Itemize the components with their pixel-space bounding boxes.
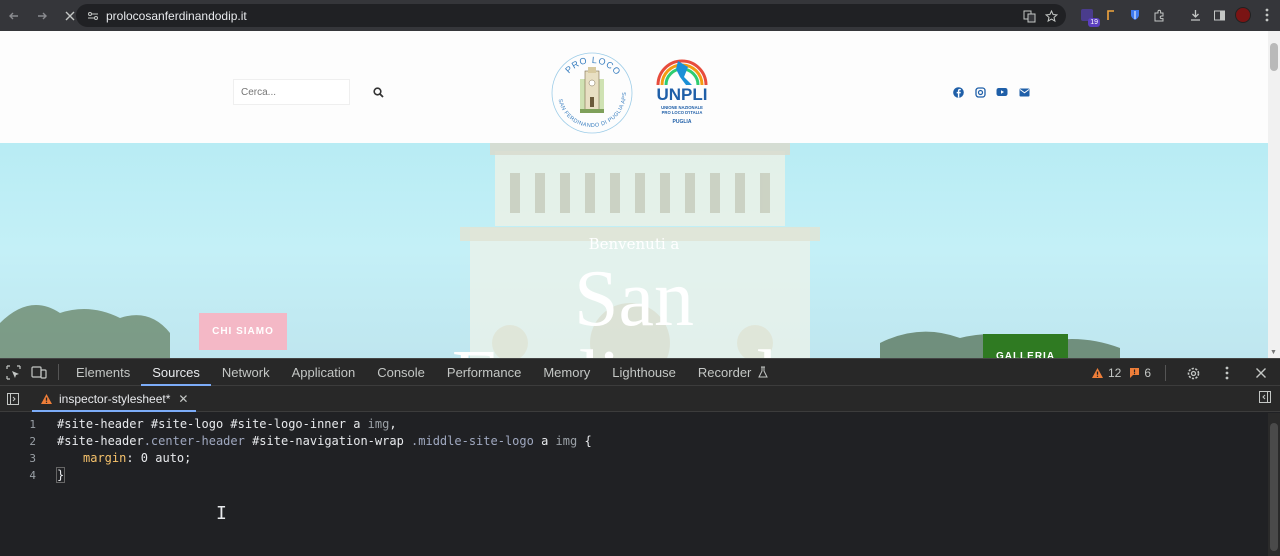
code-line-4: } xyxy=(55,467,66,483)
site-header: PRO LOCO SAN FERDINANDO DI PUGLIA APS UN… xyxy=(0,31,1268,143)
text-cursor-icon: I xyxy=(216,503,227,524)
issues-icon xyxy=(1130,368,1140,378)
proloco-logo[interactable]: PRO LOCO SAN FERDINANDO DI PUGLIA APS xyxy=(550,49,634,137)
tab-sources[interactable]: Sources xyxy=(141,359,211,386)
tab-recorder-label: Recorder xyxy=(697,364,752,380)
flag-extension-icon[interactable] xyxy=(1100,4,1122,26)
file-tab-label: inspector-stylesheet* xyxy=(59,391,171,406)
flask-icon xyxy=(758,366,769,378)
tab-lighthouse[interactable]: Lighthouse xyxy=(601,359,687,386)
file-warning-icon xyxy=(41,393,52,404)
email-icon[interactable] xyxy=(1018,86,1030,98)
close-devtools-icon[interactable] xyxy=(1248,360,1274,386)
instagram-icon[interactable] xyxy=(974,86,986,98)
tab-console[interactable]: Console xyxy=(366,359,436,386)
site-search-input[interactable] xyxy=(241,86,373,98)
issues-counter[interactable]: 6 xyxy=(1129,366,1151,380)
devtools-panel: Elements Sources Network Application Con… xyxy=(0,358,1280,556)
tab-network[interactable]: Network xyxy=(211,359,281,386)
file-tab-inspector-stylesheet[interactable]: inspector-stylesheet* ✕ xyxy=(32,386,197,412)
youtube-icon[interactable] xyxy=(996,86,1008,98)
tab-elements[interactable]: Elements xyxy=(65,359,141,386)
sources-file-tabbar: inspector-stylesheet* ✕ xyxy=(0,386,1280,412)
code-token: : 0 auto; xyxy=(126,451,192,465)
code-token: .middle-site-logo xyxy=(411,434,534,448)
code-token: , xyxy=(389,417,397,431)
line-number: 2 xyxy=(29,435,36,448)
device-toolbar-icon[interactable] xyxy=(26,359,52,385)
unpli-logo-name: UNPLI xyxy=(657,85,708,104)
extension-badge: 19 xyxy=(1088,18,1100,27)
line-number: 3 xyxy=(29,452,36,465)
warnings-counter[interactable]: 12 xyxy=(1091,366,1121,380)
line-number: 4 xyxy=(29,469,36,482)
code-line-3: margin: 0 auto; xyxy=(57,451,191,465)
hero-welcome-text: Benvenuti a xyxy=(588,235,680,253)
chi-siamo-button[interactable]: CHI SIAMO xyxy=(199,313,287,350)
bookmark-star-icon[interactable] xyxy=(1042,7,1060,25)
tab-application[interactable]: Application xyxy=(281,359,367,386)
code-token: a xyxy=(533,434,556,448)
issues-count: 6 xyxy=(1144,366,1151,380)
extension-icon[interactable]: 19 xyxy=(1076,4,1100,27)
settings-gear-icon[interactable] xyxy=(1180,360,1206,386)
code-editor[interactable]: 1 2 3 4 #site-header #site-logo #site-lo… xyxy=(0,413,1268,556)
site-info-icon[interactable] xyxy=(82,10,104,22)
code-token: #site-header xyxy=(57,434,144,448)
code-token: img xyxy=(555,434,578,448)
warnings-count: 12 xyxy=(1107,366,1122,380)
translate-icon[interactable] xyxy=(1020,7,1038,25)
extensions-puzzle-icon[interactable] xyxy=(1148,4,1170,26)
hero-title-line2: Ferdinando xyxy=(0,339,1268,358)
tab-performance[interactable]: Performance xyxy=(436,359,532,386)
social-links xyxy=(952,86,1030,98)
toolbar-divider xyxy=(58,364,59,380)
toolbar-divider-right xyxy=(1165,365,1166,381)
toggle-debugger-icon[interactable] xyxy=(1258,390,1272,409)
page-scrollbar[interactable]: ▼ xyxy=(1268,31,1280,358)
profile-avatar[interactable] xyxy=(1232,4,1254,26)
forward-icon[interactable] xyxy=(28,2,56,30)
code-token: .center-header xyxy=(143,434,245,448)
address-bar[interactable]: prolocosanferdinandodip.it xyxy=(76,4,1066,27)
line-number: 1 xyxy=(29,418,36,431)
url-text: prolocosanferdinandodip.it xyxy=(106,8,247,23)
page-viewport: PRO LOCO SAN FERDINANDO DI PUGLIA APS UN… xyxy=(0,31,1268,358)
code-line-1: #site-header #site-logo #site-logo-inner… xyxy=(57,417,397,431)
hero-title-line1: San xyxy=(574,255,694,343)
unpli-logo[interactable]: UNPLI UNIONE NAZIONALE PRO LOCO D'ITALIA… xyxy=(648,51,716,131)
code-line-2: #site-header.center-header #site-navigat… xyxy=(57,434,592,448)
page-scrollbar-thumb[interactable] xyxy=(1270,43,1278,71)
browser-menu-icon[interactable] xyxy=(1256,4,1278,26)
side-panel-icon[interactable] xyxy=(1208,4,1230,26)
search-icon[interactable] xyxy=(373,81,384,103)
hero-section: Benvenuti a San Ferdinando CHI SIAMO GAL… xyxy=(0,143,1268,358)
site-search-form xyxy=(233,79,384,105)
code-token: margin xyxy=(83,451,127,465)
back-icon[interactable] xyxy=(0,2,28,30)
unpli-logo-line3: PUGLIA xyxy=(673,119,692,125)
editor-scrollbar-thumb[interactable] xyxy=(1270,423,1278,551)
downloads-icon[interactable] xyxy=(1184,4,1206,26)
devtools-menu-icon[interactable] xyxy=(1214,360,1240,386)
bitwarden-icon[interactable] xyxy=(1124,4,1146,26)
unpli-logo-line2: PRO LOCO D'ITALIA xyxy=(662,110,703,115)
tab-recorder[interactable]: Recorder xyxy=(687,359,780,386)
toggle-navigator-icon[interactable] xyxy=(0,386,26,412)
warning-icon xyxy=(1091,368,1103,378)
code-token: #site-navigation-wrap xyxy=(244,434,412,448)
inspect-element-icon[interactable] xyxy=(0,359,26,385)
editor-scrollbar[interactable] xyxy=(1268,413,1280,556)
tab-memory[interactable]: Memory xyxy=(532,359,601,386)
scroll-down-arrow-icon[interactable]: ▼ xyxy=(1270,349,1277,356)
galleria-button[interactable]: GALLERIA xyxy=(983,334,1068,358)
close-tab-icon[interactable]: ✕ xyxy=(178,392,188,406)
devtools-toolbar: Elements Sources Network Application Con… xyxy=(0,358,1280,386)
facebook-icon[interactable] xyxy=(952,86,964,98)
code-token: { xyxy=(577,434,592,448)
code-token: #site-header #site-logo #site-logo-inner… xyxy=(57,417,368,431)
code-token: img xyxy=(367,417,390,431)
browser-toolbar: prolocosanferdinandodip.it 19 xyxy=(0,0,1280,31)
